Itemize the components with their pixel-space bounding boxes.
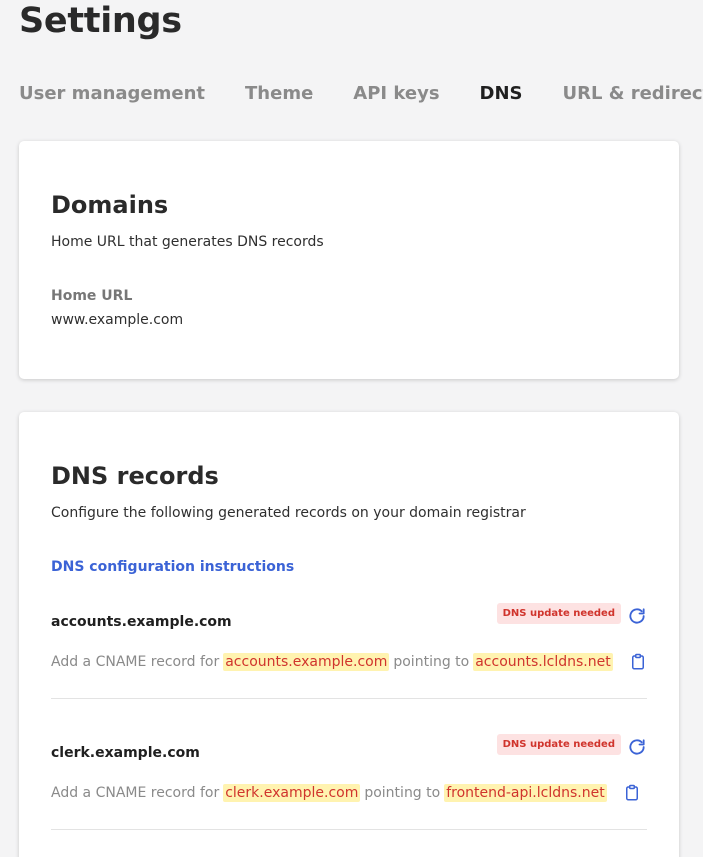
domains-title: Domains [51,191,169,219]
record-host: clerk.example.com [223,784,361,802]
instruction-prefix: Add a CNAME record for [51,654,220,670]
status-badge: DNS update needed [496,734,621,755]
tab-theme[interactable]: Theme [245,81,313,107]
record-target: frontend-api.lcldns.net [444,784,607,802]
record-target: accounts.lcldns.net [473,653,613,671]
record-host: accounts.example.com [223,653,390,671]
refresh-icon[interactable] [627,606,647,626]
status-badge: DNS update needed [496,603,621,624]
dns-records-subtitle: Configure the following generated record… [51,505,526,521]
record-instruction: Add a CNAME record for accounts.example.… [51,652,647,672]
instruction-middle: pointing to [393,654,470,670]
instruction-prefix: Add a CNAME record for [51,785,220,801]
instruction-middle: pointing to [364,785,441,801]
divider [51,698,647,699]
record-name: accounts.example.com [51,614,232,630]
refresh-icon[interactable] [627,737,647,757]
domains-card: Domains Home URL that generates DNS reco… [19,141,679,379]
dns-instructions-link[interactable]: DNS configuration instructions [51,559,294,575]
home-url-value: www.example.com [51,312,184,328]
dns-records-title: DNS records [51,462,219,490]
dns-record: accounts.example.com DNS update needed A… [51,603,647,734]
divider [51,829,647,830]
tab-user-management[interactable]: User management [19,81,205,107]
record-instruction: Add a CNAME record for clerk.example.com… [51,783,641,803]
home-url-label: Home URL [51,288,133,304]
tab-dns[interactable]: DNS [480,81,523,107]
domains-subtitle: Home URL that generates DNS records [51,234,324,250]
dns-records-card: DNS records Configure the following gene… [19,412,679,857]
clipboard-icon[interactable] [629,652,647,672]
page-title: Settings [19,1,182,41]
dns-record: clerk.example.com DNS update needed Add … [51,734,647,857]
tab-url-redirects[interactable]: URL & redirects [563,81,703,107]
record-name: clerk.example.com [51,745,200,761]
clipboard-icon[interactable] [623,783,641,803]
settings-tabs: User management Theme API keys DNS URL &… [19,81,703,107]
tab-api-keys[interactable]: API keys [353,81,439,107]
